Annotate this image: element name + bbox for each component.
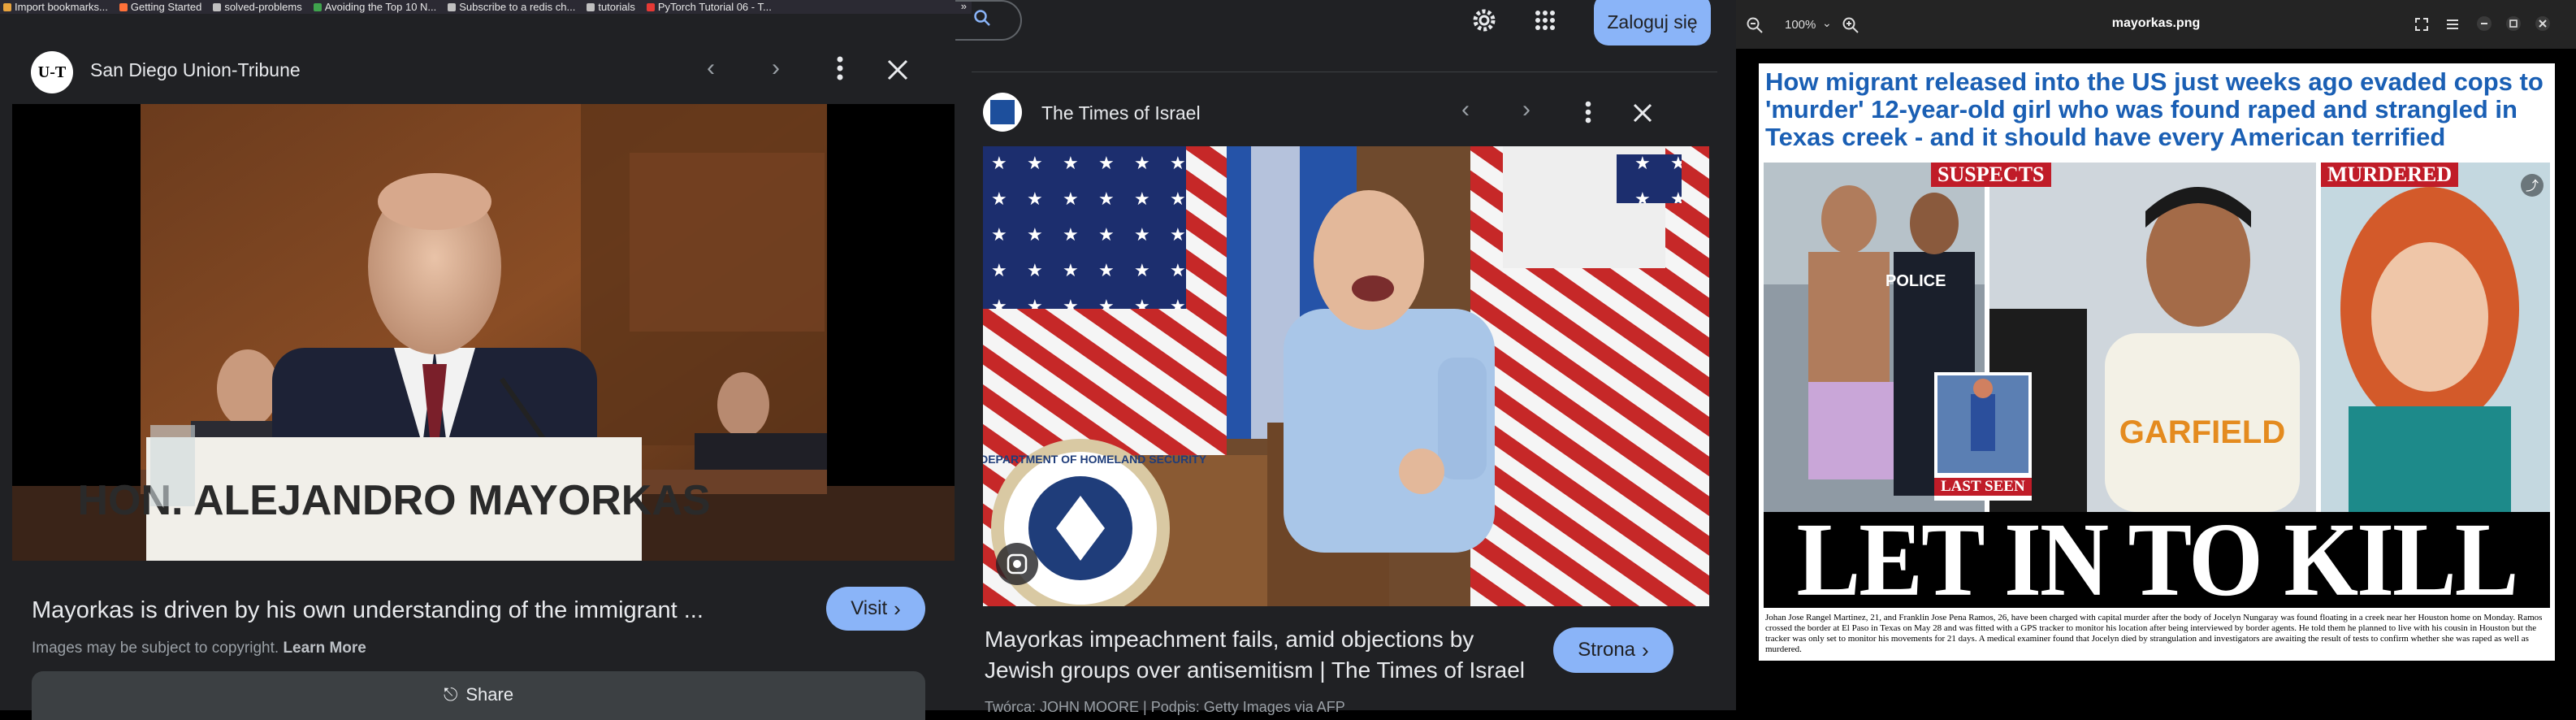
bookmark-label: tutorials (598, 1, 635, 13)
image-credit: Twórca: JOHN MOORE | Podpis: Getty Image… (985, 699, 1345, 715)
image-preview-panel-1: U-T San Diego Union-Tribune ‹ › HON. ALE… (0, 14, 972, 720)
learn-more-link[interactable]: Learn More (283, 640, 366, 657)
source-name[interactable]: San Diego Union-Tribune (90, 59, 301, 81)
visit-button-label: Strona (1578, 639, 1636, 661)
sign-in-button[interactable]: Zaloguj się (1594, 0, 1711, 46)
visit-button-label: Visit (851, 597, 888, 619)
more-options-icon[interactable] (1585, 101, 1591, 128)
folder-icon (587, 2, 595, 11)
photo-collage: GARFIELD ⤴ SUSPECTS MURDERED LAST SEEN P… (1764, 163, 2550, 512)
source-logo-icon: U-T (31, 51, 73, 93)
murdered-tag: MURDERED (2321, 163, 2459, 187)
next-arrow-icon[interactable]: › (772, 56, 780, 80)
copyright-notice: Images may be subject to copyright. Lear… (32, 640, 366, 657)
firefox-icon (119, 2, 128, 11)
bookmark-item[interactable]: Subscribe to a redis ch... (448, 1, 575, 13)
close-icon[interactable] (887, 59, 908, 85)
import-icon (3, 2, 11, 11)
fullscreen-icon[interactable] (2414, 16, 2430, 37)
apps-grid-icon[interactable] (1535, 10, 1556, 35)
seal-text: U.S. DEPARTMENT OF HOMELAND SECURITY (983, 453, 1207, 466)
google-header: Zaloguj się (955, 0, 1717, 50)
viewer-titlebar: 100% ⌄ mayorkas.png (1736, 0, 2576, 49)
suspects-tag: SUSPECTS (1931, 163, 2051, 187)
bookmark-label: Avoiding the Top 10 N... (324, 1, 437, 13)
menu-icon[interactable] (2444, 16, 2461, 37)
youtube-icon (646, 2, 655, 11)
last-seen-tag: LAST SEEN (1934, 478, 2032, 496)
chevron-right-icon: › (894, 596, 901, 621)
preview-image[interactable]: ★ U.S. DEPARTMENT OF HOMELAND SECURITY (983, 146, 1709, 606)
search-icon[interactable] (973, 9, 991, 31)
source-name[interactable]: The Times of Israel (1041, 102, 1201, 124)
headline-banner: LET IN TO KILL (1764, 507, 2550, 612)
previous-arrow-icon[interactable]: ‹ (707, 56, 715, 80)
bookmark-item[interactable]: tutorials (587, 1, 635, 13)
source-logo-icon (983, 93, 1022, 132)
chevron-right-icon: › (1642, 637, 1649, 662)
bookmark-item[interactable]: solved-problems (213, 1, 302, 13)
bookmarks-bar: Import bookmarks... Getting Started solved… (0, 0, 972, 14)
close-icon[interactable] (1633, 103, 1652, 127)
bookmark-item[interactable]: Getting Started (119, 1, 201, 13)
displayed-image[interactable]: How migrant released into the US just we… (1759, 63, 2555, 661)
bookmark-label: Import bookmarks... (15, 1, 108, 13)
bookmark-item[interactable]: Import bookmarks... (3, 1, 108, 13)
bookmark-item[interactable]: PyTorch Tutorial 06 - T... (646, 1, 772, 13)
bookmark-label: PyTorch Tutorial 06 - T... (657, 1, 772, 13)
close-window-icon[interactable] (2535, 16, 2550, 35)
image-caption[interactable]: Mayorkas is driven by his own understand… (32, 597, 704, 624)
copyright-text: Images may be subject to copyright. (32, 640, 279, 657)
minimize-icon[interactable] (2477, 16, 2492, 35)
next-arrow-icon[interactable]: › (1522, 98, 1530, 122)
shirt-text: GARFIELD (2119, 414, 2285, 450)
n-logo-icon (313, 2, 322, 11)
bookmark-label: solved-problems (224, 1, 302, 13)
bookmark-label: Getting Started (130, 1, 202, 13)
share-button[interactable]: ⎋ Share (32, 671, 925, 720)
visit-button[interactable]: Visit › (826, 587, 925, 631)
police-vest-text: POLICE (1885, 272, 1946, 290)
share-icon[interactable]: ⤴ (2526, 179, 2539, 193)
image-preview-panel-2: Zaloguj się The Times of Israel ‹ › ★ (955, 0, 1717, 715)
image-viewer-window: 100% ⌄ mayorkas.png How migrant released… (1736, 0, 2576, 710)
settings-gear-icon[interactable] (1471, 7, 1497, 37)
folder-icon (213, 2, 222, 11)
bookmark-item[interactable]: Avoiding the Top 10 N... (313, 1, 437, 13)
globe-icon (448, 2, 457, 11)
visit-button[interactable]: Strona › (1553, 627, 1673, 673)
maximize-icon[interactable] (2506, 16, 2521, 35)
previous-arrow-icon[interactable]: ‹ (1461, 98, 1470, 122)
bookmarks-list: Import bookmarks... Getting Started solved… (3, 1, 772, 13)
bookmark-label: Subscribe to a redis ch... (459, 1, 576, 13)
share-label: Share (465, 684, 514, 705)
lens-search-icon[interactable] (996, 543, 1038, 585)
article-body: Johan Jose Rangel Martinez, 21, and Fran… (1765, 613, 2543, 654)
banner-title: LET IN TO KILL (1796, 501, 2519, 618)
more-options-icon[interactable] (837, 56, 843, 85)
preview-image[interactable]: HON. ALEJANDRO MAYORKAS (12, 104, 955, 561)
image-caption[interactable]: Mayorkas impeachment fails, amid objecti… (985, 624, 1537, 686)
article-headline: How migrant released into the US just we… (1765, 67, 2544, 151)
panel-separator (1717, 0, 1736, 710)
share-icon: ⎋ (443, 684, 458, 705)
